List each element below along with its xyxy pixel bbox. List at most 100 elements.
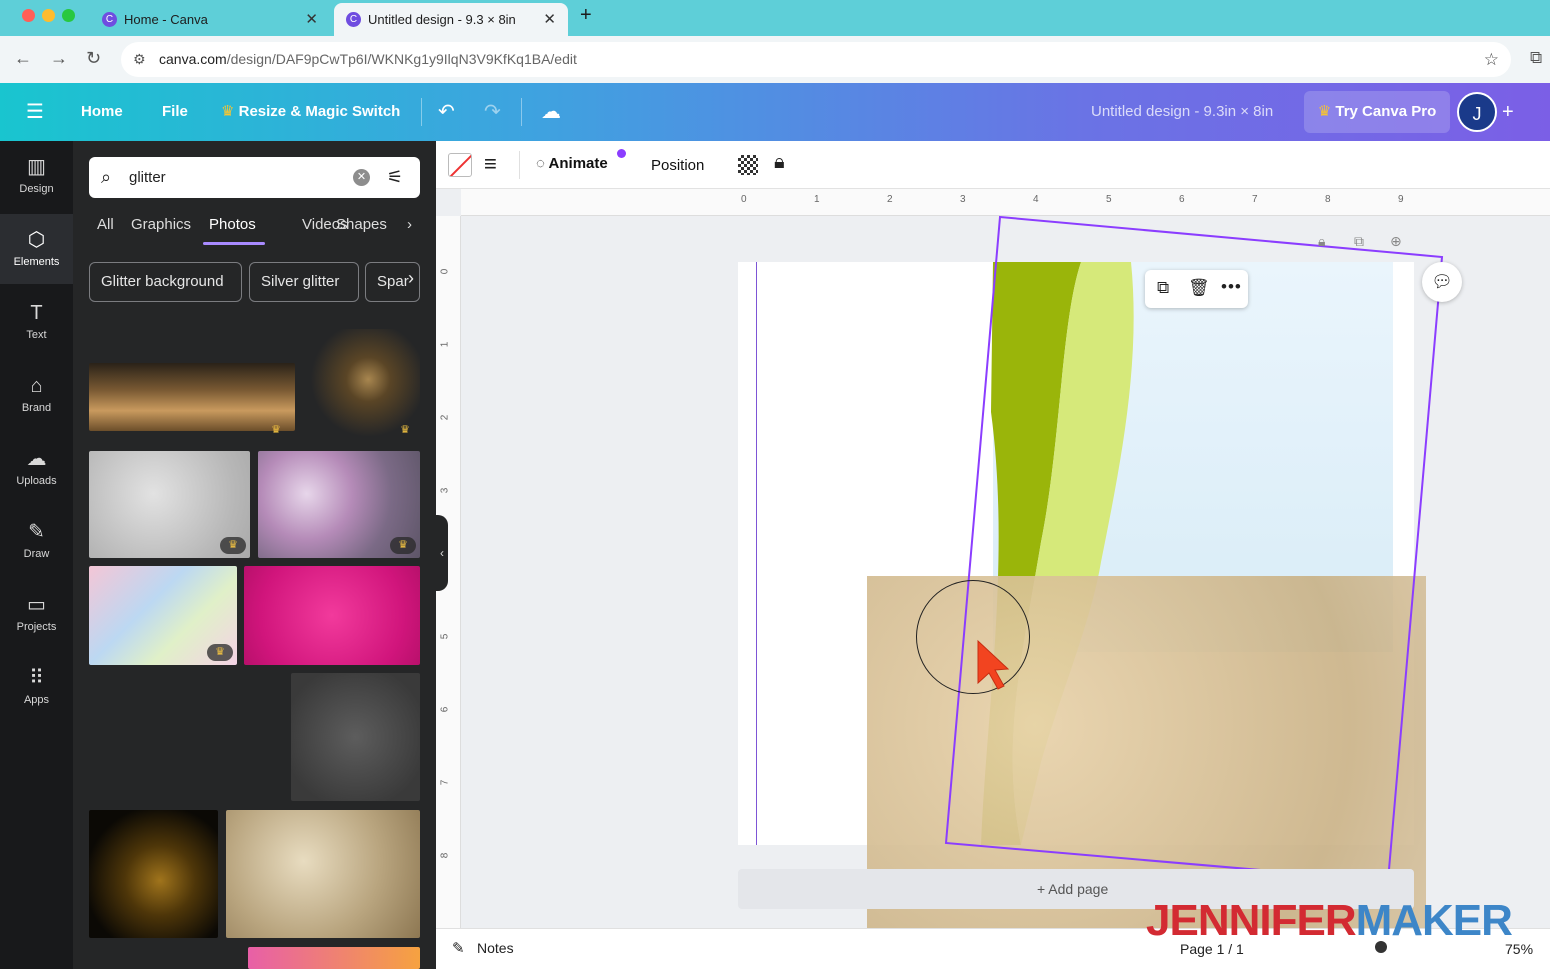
rail-item-text[interactable]: T Text <box>0 287 73 357</box>
resize-button[interactable]: ♛ Resize & Magic Switch <box>221 83 400 141</box>
clear-search-icon[interactable]: ✕ <box>353 169 370 186</box>
rail-item-elements[interactable]: ⬡ Elements <box>0 214 73 284</box>
home-button[interactable]: Home <box>81 83 123 141</box>
lock-page-icon[interactable]: 🔒︎ <box>1318 233 1325 250</box>
rail-label: Projects <box>16 621 57 633</box>
add-page-icon[interactable]: ⊕ <box>1390 233 1402 250</box>
selection-frame[interactable] <box>936 211 1456 891</box>
ruler-tick-label: 7 <box>439 779 451 786</box>
address-bar-row: ← → ↻ ⚙ canva.com/design/DAF9pCwTp6I/WKN… <box>0 36 1550 83</box>
notes-button[interactable]: Notes <box>477 940 514 956</box>
minimize-window-dot[interactable] <box>42 9 55 22</box>
photo-result[interactable] <box>89 810 218 938</box>
add-collaborator-icon[interactable]: + <box>1502 83 1514 141</box>
photo-result[interactable] <box>226 810 420 938</box>
duplicate-icon[interactable]: ⧉ <box>1157 278 1169 298</box>
color-none-icon[interactable] <box>448 153 472 177</box>
rail-item-projects[interactable]: ▭ Projects <box>0 579 73 649</box>
scroll-right-icon[interactable]: › <box>407 216 412 233</box>
tab-all[interactable]: All <box>97 216 114 233</box>
photo-result[interactable]: ♛ <box>305 329 420 441</box>
design-icon: ▥ <box>27 156 46 178</box>
ruler-tick-label: 0 <box>439 268 451 275</box>
try-pro-label: Try Canva Pro <box>1335 103 1437 120</box>
ruler-tick-label: 3 <box>960 194 966 205</box>
crown-icon: ♛ <box>221 103 235 120</box>
menu-icon[interactable]: ☰ <box>26 83 44 141</box>
close-window-dot[interactable] <box>22 9 35 22</box>
transparency-icon[interactable] <box>738 155 758 175</box>
premium-crown-icon: ♛ <box>390 537 416 554</box>
avatar[interactable]: J <box>1457 92 1497 132</box>
duplicate-page-icon[interactable]: ⧉ <box>1354 233 1364 250</box>
photo-result[interactable]: ♛ <box>89 363 295 436</box>
new-tab-icon[interactable]: + <box>580 4 592 27</box>
tab-shapes[interactable]: Shapes <box>336 216 387 233</box>
back-icon[interactable]: ← <box>14 48 32 69</box>
search-input[interactable]: ⌕ glitter ✕ ⚟ <box>89 157 420 198</box>
position-button[interactable]: Position <box>651 157 704 174</box>
maximize-window-dot[interactable] <box>62 9 75 22</box>
reload-icon[interactable]: ↻ <box>86 48 101 69</box>
document-title[interactable]: Untitled design - 9.3in × 8in <box>1091 83 1273 141</box>
ruler-tick-label: 8 <box>1325 194 1331 205</box>
rail-item-uploads[interactable]: ☁ Uploads <box>0 433 73 503</box>
collapse-panel-handle[interactable]: ‹ <box>436 515 448 591</box>
try-canva-pro-button[interactable]: ♛ Try Canva Pro <box>1304 91 1450 133</box>
crown-icon: ♛ <box>1317 103 1332 120</box>
more-options-icon[interactable]: ••• <box>1221 277 1242 297</box>
suggestion-chip[interactable]: Glitter background <box>89 262 242 302</box>
suggestion-chip[interactable]: Silver glitter <box>249 262 359 302</box>
close-tab-icon[interactable]: ✕ <box>543 10 556 28</box>
tab-photos[interactable]: Photos <box>209 216 256 233</box>
undo-icon[interactable]: ↶ <box>438 83 455 141</box>
rail-item-draw[interactable]: ✎ Draw <box>0 506 73 576</box>
tab-title: Untitled design - 9.3 × 8in <box>368 12 516 27</box>
animate-icon: ◌ <box>536 155 545 172</box>
premium-crown-icon: ♛ <box>207 644 233 661</box>
rail-item-brand[interactable]: ⌂ Brand <box>0 360 73 430</box>
file-button[interactable]: File <box>162 83 188 141</box>
rail-label: Text <box>26 329 47 341</box>
url-field[interactable]: ⚙ canva.com/design/DAF9pCwTp6I/WKNKg1y9I… <box>121 42 1511 77</box>
projects-icon: ▭ <box>27 594 46 616</box>
chips-scroll-right-icon[interactable]: › <box>408 268 414 289</box>
new-badge-dot <box>617 149 626 158</box>
premium-crown-icon: ♛ <box>220 537 246 554</box>
cloud-saved-icon[interactable]: ☁ <box>541 83 561 141</box>
ruler-tick-label: 8 <box>439 852 451 859</box>
rail-label: Uploads <box>16 475 57 487</box>
delete-icon[interactable]: 🗑︎ <box>1188 278 1210 298</box>
ruler-tick-label: 6 <box>439 706 451 713</box>
ruler-tick-label: 9 <box>1398 194 1404 205</box>
browser-tab-design[interactable]: C Untitled design - 9.3 × 8in ✕ <box>334 3 568 36</box>
forward-icon[interactable]: → <box>50 48 68 69</box>
photo-result[interactable] <box>244 566 420 665</box>
redo-icon[interactable]: ↷ <box>484 83 501 141</box>
extensions-icon[interactable]: ⧉ <box>1530 48 1542 68</box>
ruler-tick-label: 5 <box>1106 194 1112 205</box>
close-tab-icon[interactable]: ✕ <box>305 10 318 28</box>
browser-tab-home[interactable]: C Home - Canva ✕ <box>90 3 330 36</box>
add-page-label: + Add page <box>1037 881 1109 897</box>
photo-result[interactable]: ♛ <box>258 451 420 558</box>
watermark-logo: JENNIFERMAKER <box>1146 896 1513 946</box>
bookmark-star-icon[interactable]: ☆ <box>1484 42 1499 77</box>
watermark-part-a: JENNIFER <box>1146 896 1357 945</box>
rail-item-design[interactable]: ▥ Design <box>0 141 73 211</box>
filter-icon[interactable]: ⚟ <box>387 157 403 198</box>
tab-graphics[interactable]: Graphics <box>131 216 191 233</box>
ruler-tick-label: 6 <box>1179 194 1185 205</box>
site-settings-icon[interactable]: ⚙ <box>133 42 146 77</box>
photo-result[interactable]: ♛ <box>89 566 237 665</box>
photo-result[interactable] <box>248 947 420 969</box>
canva-header: ☰ Home File ♛ Resize & Magic Switch ↶ ↷ … <box>0 83 1550 141</box>
lock-icon[interactable]: 🔒︎ <box>774 151 785 174</box>
rail-item-apps[interactable]: ⠿ Apps <box>0 652 73 722</box>
animate-button[interactable]: ◌ Animate <box>536 155 608 172</box>
photo-result[interactable] <box>291 673 420 801</box>
add-comment-icon[interactable]: 💬︎ <box>1422 262 1462 302</box>
rail-label: Elements <box>13 256 60 268</box>
photo-result[interactable]: ♛ <box>89 451 250 558</box>
border-style-icon[interactable]: ≡ <box>484 151 497 177</box>
